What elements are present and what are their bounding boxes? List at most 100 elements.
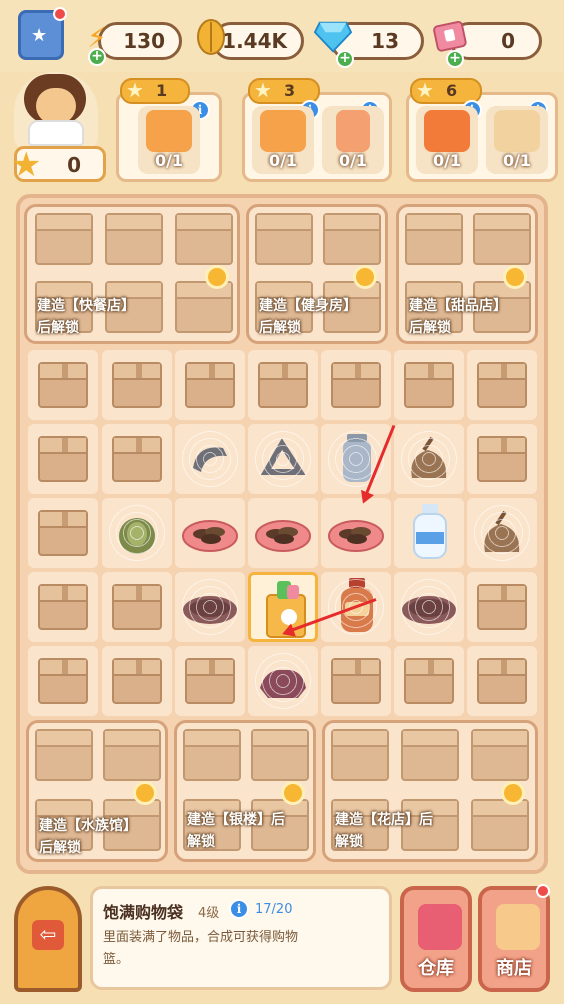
board-cell[interactable]	[102, 424, 172, 494]
player-avatar[interactable]	[14, 72, 98, 148]
shop-button[interactable]: 商店	[478, 886, 550, 992]
add-tickets-button[interactable]: +	[446, 50, 464, 68]
board-cell[interactable]	[175, 498, 245, 568]
order-2-item-juice: 0/1	[322, 106, 384, 174]
shop-notification-dot	[536, 884, 550, 898]
cardboard-box-icon	[404, 658, 454, 704]
board-cell[interactable]	[467, 498, 537, 568]
cobweb-icon	[400, 430, 458, 488]
board-cell[interactable]	[394, 646, 464, 716]
cobweb-icon	[254, 652, 312, 710]
cobweb-icon	[473, 504, 531, 562]
board-cell[interactable]	[248, 424, 318, 494]
board-cell[interactable]	[175, 572, 245, 642]
warehouse-button[interactable]: 仓库	[400, 886, 472, 992]
board-cell[interactable]	[28, 350, 98, 420]
cardboard-box-icon	[331, 362, 381, 408]
board-cell[interactable]	[102, 498, 172, 568]
cobweb-icon	[181, 430, 239, 488]
locked-area-label: 建造【快餐店】 后解锁	[37, 298, 135, 336]
board-cell[interactable]	[28, 646, 98, 716]
add-gems-button[interactable]: +	[336, 50, 354, 68]
board-cell[interactable]	[102, 350, 172, 420]
board-cell[interactable]	[467, 646, 537, 716]
avatar-shirt	[28, 120, 84, 146]
locked-area-gym[interactable]: 建造【健身房】 后解锁	[246, 204, 388, 344]
board-cell[interactable]	[28, 572, 98, 642]
coin-icon	[503, 265, 527, 289]
cardboard-box-icon	[477, 436, 527, 482]
cardboard-box-icon	[331, 658, 381, 704]
board-cell[interactable]	[467, 424, 537, 494]
cardboard-box-icon	[477, 362, 527, 408]
avatar-face	[36, 88, 76, 124]
order-2-item-2-count: 0/1	[338, 151, 368, 170]
item-level: 4级	[198, 906, 220, 921]
locked-area-bank[interactable]: 建造【银楼】后 解锁	[174, 720, 316, 862]
board-cell[interactable]	[467, 572, 537, 642]
warehouse-icon	[418, 904, 462, 950]
board-cell[interactable]	[102, 646, 172, 716]
coin-icon	[133, 781, 157, 805]
locked-area-flower[interactable]: 建造【花店】后 解锁	[322, 720, 538, 862]
board-cell[interactable]	[248, 646, 318, 716]
order-1-item-count: 0/1	[154, 151, 184, 170]
board-cell[interactable]	[321, 498, 391, 568]
gift-bag-icon	[424, 110, 470, 152]
shop-label: 商店	[496, 958, 532, 979]
locked-area-label: 建造【水族馆】 后解锁	[39, 818, 137, 856]
exit-door-button[interactable]: ⇦	[14, 886, 82, 992]
coin-icon	[501, 781, 525, 805]
juice-bottle-icon	[336, 110, 370, 152]
cardboard-box-icon	[404, 362, 454, 408]
star-icon: ★	[31, 25, 48, 46]
board-cell[interactable]	[175, 350, 245, 420]
order-2-item-chips: 0/1	[252, 106, 314, 174]
coin-icon	[353, 265, 377, 289]
board-cell[interactable]	[248, 498, 318, 568]
cardboard-box-icon	[38, 658, 88, 704]
item-info-panel: 饱满购物袋 4级 i 17/20 里面装满了物品，合成可获得购物篮。	[90, 886, 392, 990]
order-3-item-2-count: 0/1	[502, 151, 532, 170]
locked-area-dessert[interactable]: 建造【甜品店】 后解锁	[396, 204, 538, 344]
board-cell[interactable]	[394, 498, 464, 568]
board-cell[interactable]	[394, 350, 464, 420]
coins-value: 1.44K	[222, 29, 287, 53]
board-cell[interactable]	[28, 424, 98, 494]
locked-area-label: 建造【甜品店】 后解锁	[409, 298, 507, 336]
cobweb-icon	[254, 430, 312, 488]
board-cell[interactable]	[394, 572, 464, 642]
add-energy-button[interactable]: +	[88, 48, 106, 66]
cardboard-box-icon	[112, 658, 162, 704]
board-cell[interactable]	[102, 572, 172, 642]
warehouse-label: 仓库	[418, 958, 454, 979]
star-icon: ★	[254, 78, 272, 102]
star-icon: ★	[126, 78, 144, 102]
cardboard-box-icon	[38, 362, 88, 408]
locked-area-label: 建造【健身房】 后解锁	[259, 298, 357, 336]
tickets-value: 0	[501, 29, 515, 53]
item-progress: 17/20	[255, 902, 293, 917]
board-cell[interactable]	[321, 350, 391, 420]
board-cell[interactable]	[321, 646, 391, 716]
chips-bag-icon	[146, 110, 192, 152]
board-cell[interactable]	[175, 646, 245, 716]
board-cell[interactable]	[28, 498, 98, 568]
item-info-icon[interactable]: i	[229, 899, 249, 919]
order-3-item-toast: 0/1	[486, 106, 548, 174]
board-cell[interactable]	[394, 424, 464, 494]
locked-area-aquarium[interactable]: 建造【水族馆】 后解锁	[26, 720, 168, 862]
notification-dot	[53, 7, 67, 21]
quest-book-icon[interactable]: ★	[18, 7, 67, 60]
cardboard-box-icon	[185, 362, 235, 408]
board-cell[interactable]	[175, 424, 245, 494]
item-name: 饱满购物袋	[103, 903, 184, 922]
coin-icon	[281, 781, 305, 805]
locked-area-fastfood[interactable]: 建造【快餐店】 后解锁	[24, 204, 240, 344]
order-3-stars: 6	[446, 81, 458, 100]
gems-value: 13	[371, 29, 399, 53]
cobweb-icon	[108, 504, 166, 562]
player-star-counter: ★ 0	[11, 145, 106, 185]
board-cell[interactable]	[248, 350, 318, 420]
board-cell[interactable]	[467, 350, 537, 420]
